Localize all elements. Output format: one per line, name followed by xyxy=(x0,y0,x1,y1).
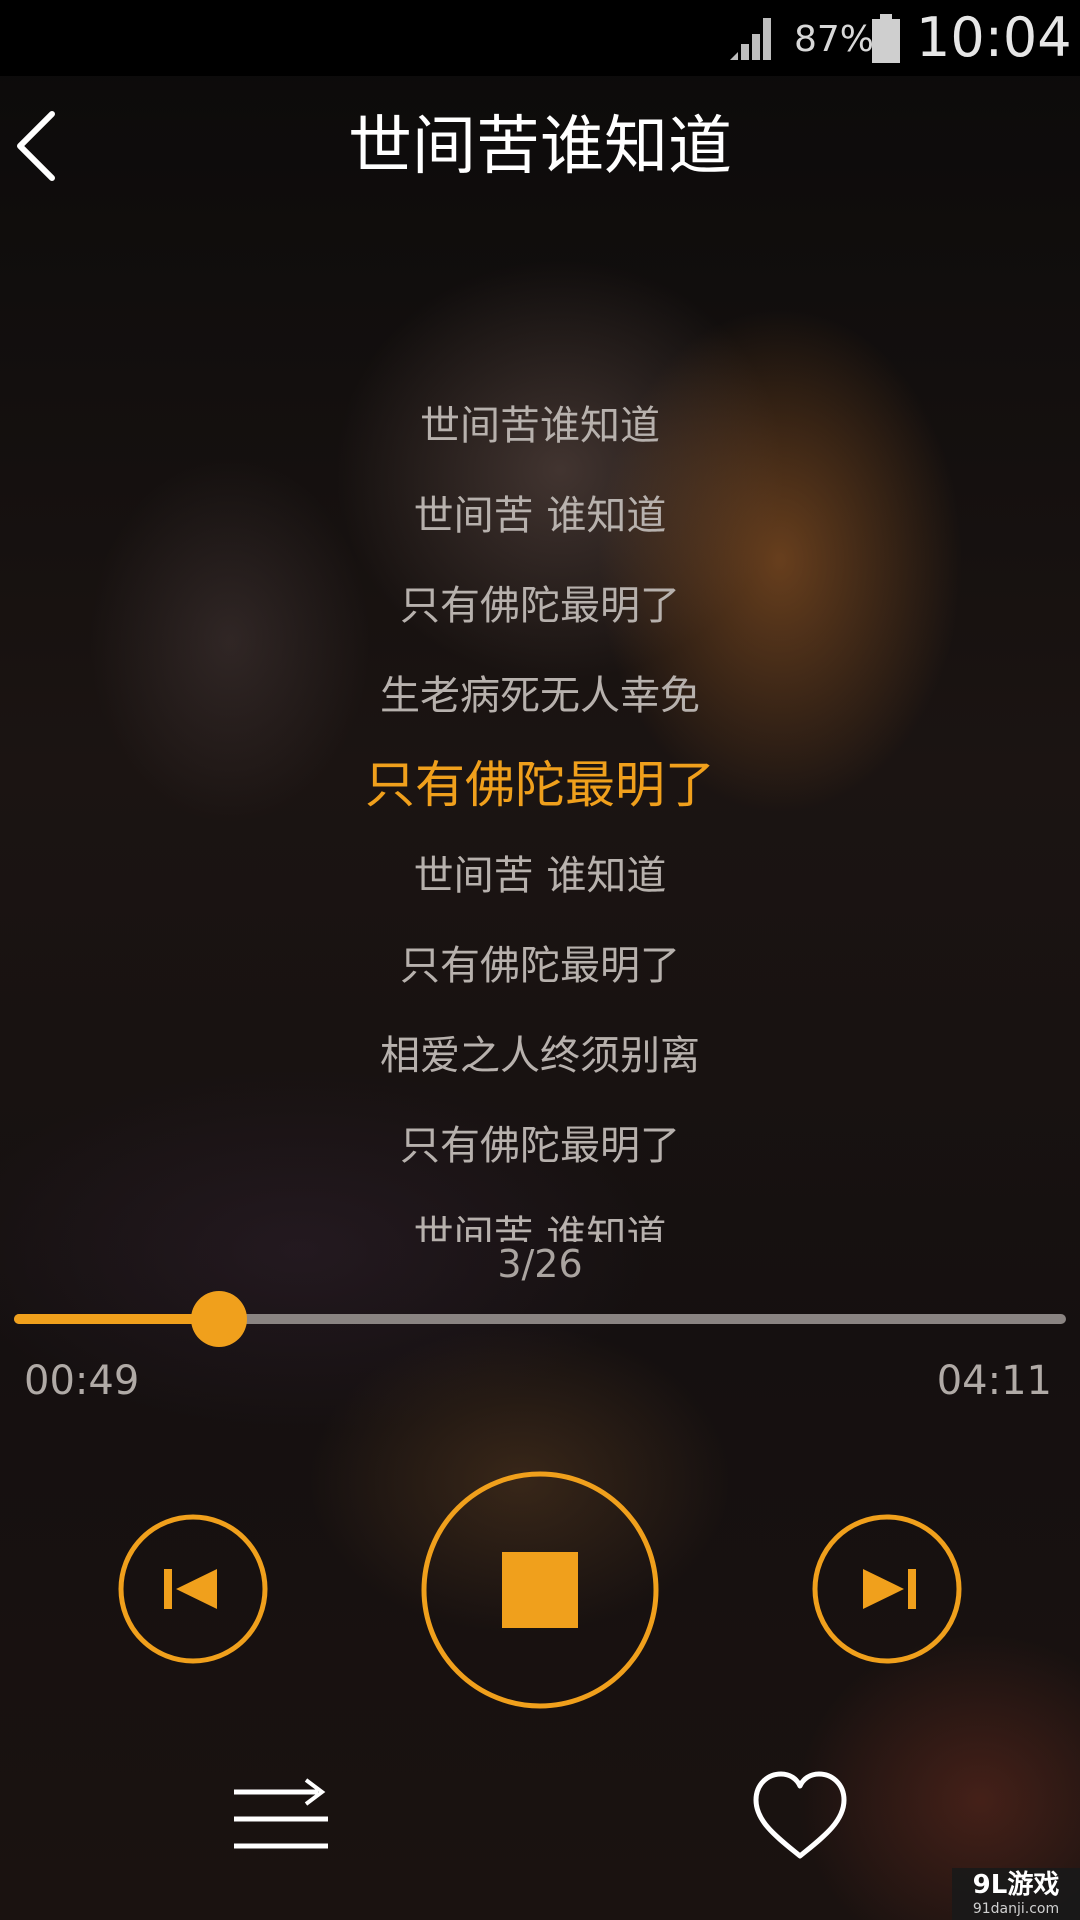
back-button[interactable] xyxy=(8,106,78,186)
favorite-button[interactable] xyxy=(748,1766,852,1866)
watermark-domain: 91danji.com xyxy=(972,1901,1060,1917)
next-button[interactable] xyxy=(810,1512,964,1666)
progress-bar[interactable] xyxy=(14,1291,1066,1347)
back-arrow-icon xyxy=(17,111,55,181)
signal-icon xyxy=(730,18,771,60)
site-watermark: 9L游戏 91danji.com xyxy=(952,1868,1080,1920)
skip-next-icon xyxy=(812,1514,962,1664)
playlist-button[interactable] xyxy=(226,1774,336,1864)
lyric-line: 世间苦 谁知道 xyxy=(413,493,667,539)
song-title: 世间苦谁知道 xyxy=(348,110,732,184)
heart-icon xyxy=(753,1771,847,1859)
status-bar: 87% 10:04 xyxy=(0,0,1080,76)
progress-fill xyxy=(14,1314,220,1324)
lyric-line: 只有佛陀最明了 xyxy=(400,583,680,629)
lyric-line: 只有佛陀最明了 xyxy=(400,943,680,989)
lyric-page-indicator: 3/26 xyxy=(497,1242,583,1286)
status-time: 10:04 xyxy=(916,6,1072,69)
stop-icon xyxy=(421,1471,659,1709)
lyric-line: 世间苦 谁知道 xyxy=(413,853,667,899)
battery-percentage: 87% xyxy=(794,19,875,60)
lyric-line: 世间苦谁知道 xyxy=(420,403,660,449)
lyric-line: 只有佛陀最明了 xyxy=(400,1123,680,1169)
lyric-line: 生老病死无人幸免 xyxy=(380,673,700,719)
music-player-screen: 87% 10:04 世间苦谁知道 世间苦谁知道 世间苦 谁知道 只有佛陀最明了 … xyxy=(0,0,1080,1920)
elapsed-time: 00:49 xyxy=(24,1358,140,1404)
progress-thumb[interactable] xyxy=(191,1291,248,1347)
lyrics-panel[interactable]: 世间苦谁知道 世间苦 谁知道 只有佛陀最明了 生老病死无人幸免 只有佛陀最明了 … xyxy=(0,384,1080,1242)
watermark-logo: 9L游戏 xyxy=(972,1870,1060,1900)
stop-button[interactable] xyxy=(418,1468,662,1712)
lyric-line: 相爱之人终须别离 xyxy=(380,1033,700,1079)
total-time: 04:11 xyxy=(936,1358,1052,1404)
skip-previous-icon xyxy=(118,1514,268,1664)
previous-button[interactable] xyxy=(116,1512,270,1666)
lyric-line-active: 只有佛陀最明了 xyxy=(365,756,715,814)
battery-icon xyxy=(872,14,900,63)
playlist-icon xyxy=(234,1778,328,1849)
